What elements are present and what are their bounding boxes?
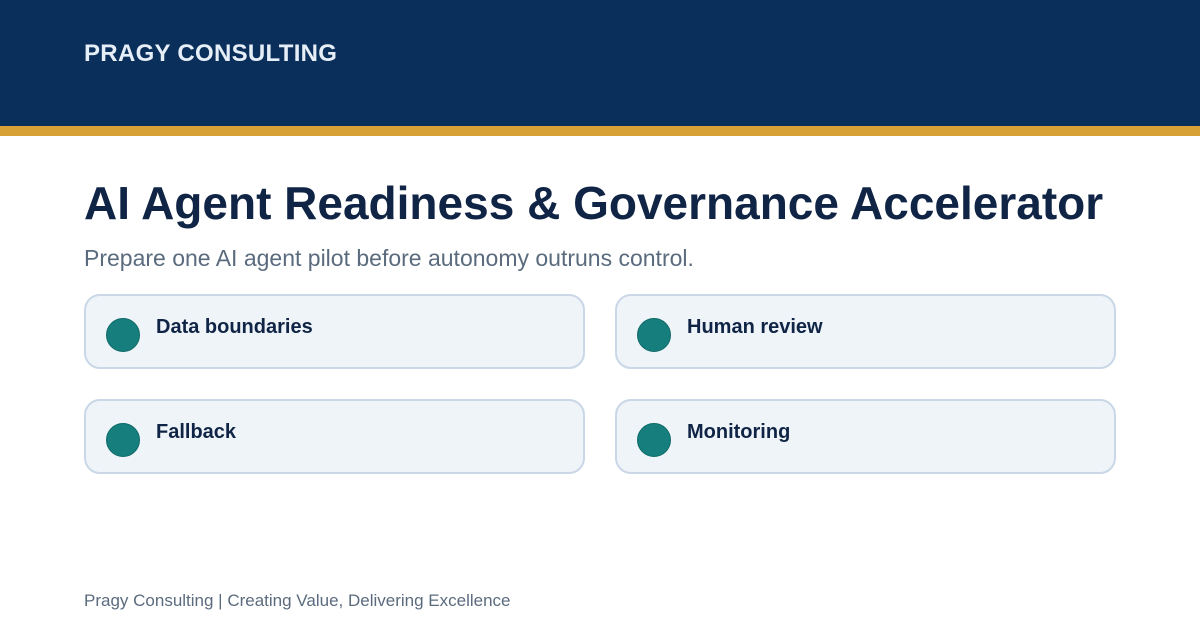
header-banner: PRAGY CONSULTING xyxy=(0,0,1200,126)
footer-text: Pragy Consulting | Creating Value, Deliv… xyxy=(84,591,511,610)
accent-divider xyxy=(0,126,1200,136)
card-label: Human review xyxy=(687,316,823,338)
card-human-review: Human review xyxy=(615,294,1116,369)
page-title: AI Agent Readiness & Governance Accelera… xyxy=(84,177,1104,229)
brand-name: PRAGY CONSULTING xyxy=(84,40,338,67)
card-label: Fallback xyxy=(156,421,237,443)
card-label: Data boundaries xyxy=(156,316,313,338)
card-data-boundaries: Data boundaries xyxy=(84,294,585,369)
circle-bullet-icon xyxy=(637,423,671,457)
card-label: Monitoring xyxy=(687,421,791,443)
circle-bullet-icon xyxy=(637,318,671,352)
card-fallback: Fallback xyxy=(84,399,585,474)
page-subtitle: Prepare one AI agent pilot before autono… xyxy=(84,245,694,271)
circle-bullet-icon xyxy=(106,423,140,457)
page: PRAGY CONSULTING AI Agent Readiness & Go… xyxy=(0,0,1200,630)
circle-bullet-icon xyxy=(106,318,140,352)
card-monitoring: Monitoring xyxy=(615,399,1116,474)
